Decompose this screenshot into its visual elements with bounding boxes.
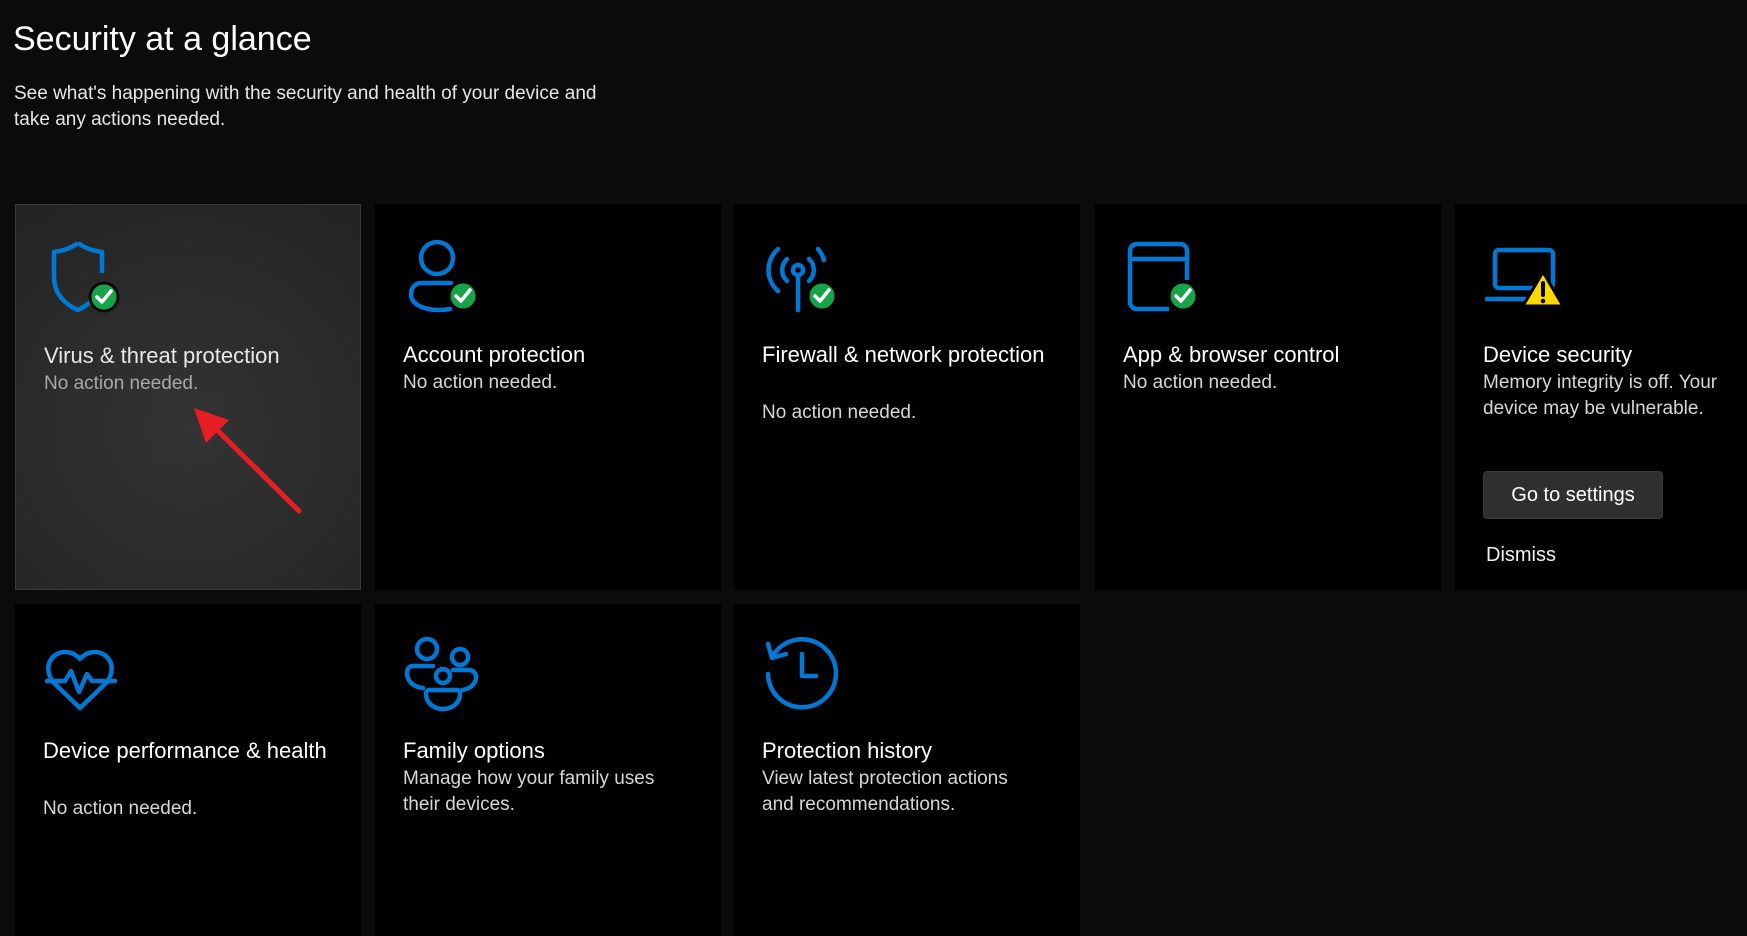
- tile-account-protection[interactable]: Account protection No action needed.: [375, 204, 721, 590]
- tile-device-performance-health[interactable]: Device performance & health No action ne…: [15, 604, 361, 936]
- person-check-icon: [408, 239, 479, 313]
- windows-security-home: Security at a glance See what's happenin…: [0, 0, 1747, 936]
- heart-pulse-icon: [44, 649, 118, 711]
- tile-device-security[interactable]: Device security Memory integrity is off.…: [1455, 204, 1747, 590]
- tile-title: Protection history: [762, 738, 932, 763]
- tile-title: Account protection: [403, 342, 586, 367]
- tile-status: Manage how your family uses their device…: [403, 768, 655, 815]
- antenna-check-icon: [766, 246, 838, 313]
- page-subtitle: See what's happening with the security a…: [14, 83, 597, 130]
- tile-status: View latest protection actions and recom…: [762, 768, 1008, 815]
- tile-firewall-network-protection[interactable]: Firewall & network protection No action …: [734, 204, 1080, 590]
- tile-title: Device performance & health: [43, 738, 327, 763]
- dismiss-link[interactable]: Dismiss: [1486, 544, 1556, 567]
- tile-app-browser-control[interactable]: App & browser control No action needed.: [1095, 204, 1441, 590]
- tile-status: No action needed.: [44, 373, 199, 394]
- tile-title: App & browser control: [1123, 342, 1340, 367]
- shield-check-icon: [51, 241, 120, 313]
- go-to-settings-button[interactable]: Go to settings: [1483, 471, 1663, 519]
- tile-title: Device security: [1483, 342, 1633, 367]
- tile-status: Memory integrity is off. Your device may…: [1483, 372, 1718, 419]
- history-clock-icon: [765, 637, 839, 710]
- tile-status: No action needed.: [403, 372, 558, 393]
- tile-status: No action needed.: [762, 402, 917, 423]
- family-icon: [404, 636, 479, 712]
- tile-virus-threat-protection[interactable]: Virus & threat protection No action need…: [15, 204, 361, 590]
- tile-protection-history[interactable]: Protection history View latest protectio…: [734, 604, 1080, 936]
- tile-title: Firewall & network protection: [762, 342, 1045, 367]
- laptop-warning-icon: [1484, 247, 1565, 308]
- tile-title: Virus & threat protection: [44, 343, 280, 368]
- tile-family-options[interactable]: Family options Manage how your family us…: [375, 604, 721, 936]
- tile-status: No action needed.: [43, 798, 198, 819]
- annotation-arrow: [194, 408, 302, 514]
- browser-window-check-icon: [1127, 241, 1199, 312]
- tile-status: No action needed.: [1123, 372, 1278, 393]
- tile-title: Family options: [403, 738, 545, 763]
- page-title: Security at a glance: [13, 20, 312, 58]
